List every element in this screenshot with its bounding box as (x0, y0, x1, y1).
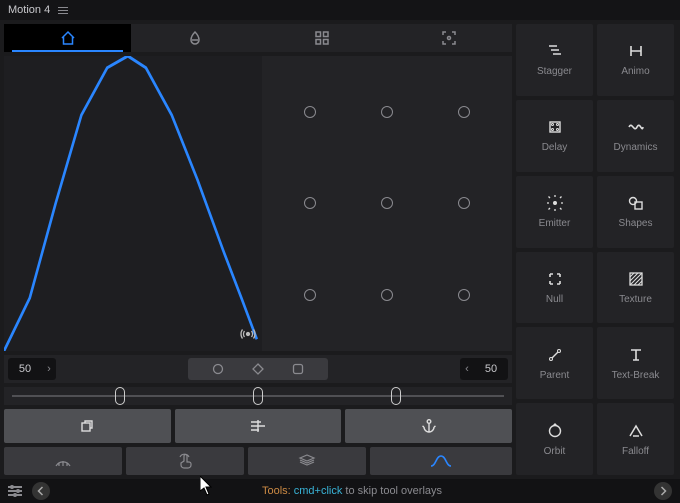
tab-home[interactable] (4, 24, 131, 52)
value-row: 50 › ‹ 50 (4, 355, 512, 383)
anchor-top-right[interactable] (425, 66, 502, 158)
parent-icon (547, 346, 563, 364)
footer-bar: Tools: cmd+click to skip tool overlays (0, 479, 680, 503)
slider-handle-3[interactable] (391, 387, 401, 405)
tool-label: Emitter (539, 218, 571, 229)
right-value: 50 (474, 363, 508, 375)
nav-forward-button[interactable] (654, 482, 672, 500)
title-bar: Motion 4 (0, 0, 680, 20)
secondary-action-row (4, 447, 512, 475)
tool-label: Texture (619, 294, 652, 305)
diamond-icon (252, 363, 264, 375)
anchor-point-grid (262, 56, 512, 351)
tool-label: Animo (621, 66, 649, 77)
tool-emitter[interactable]: Emitter (516, 176, 593, 248)
tool-delay[interactable]: Delay (516, 100, 593, 172)
null-icon (547, 270, 563, 288)
circle-icon (212, 363, 224, 375)
tool-label: Stagger (537, 66, 572, 77)
broadcast-icon[interactable] (240, 326, 256, 345)
tool-shapes[interactable]: Shapes (597, 176, 674, 248)
settings-icon[interactable] (8, 486, 22, 496)
content-area (4, 56, 512, 351)
orbit-icon (547, 422, 563, 440)
shapes-icon (628, 194, 644, 212)
anchor-bottom-right[interactable] (425, 249, 502, 341)
app-title: Motion 4 (8, 4, 50, 16)
tab-color[interactable] (131, 24, 258, 52)
slider-handle-2[interactable] (253, 387, 263, 405)
tool-label: Dynamics (614, 142, 658, 153)
stagger-icon (547, 42, 563, 60)
chevron-left-icon: ‹ (460, 363, 474, 375)
action-row (4, 409, 512, 443)
anchor-top-center[interactable] (349, 66, 426, 158)
anchor-mid-right[interactable] (425, 158, 502, 250)
left-value: 50 (8, 363, 42, 375)
tab-grid[interactable] (258, 24, 385, 52)
curve-button[interactable] (370, 447, 512, 475)
left-value-input[interactable]: 50 › (8, 358, 56, 380)
delay-icon (547, 118, 563, 136)
menu-icon[interactable] (58, 7, 68, 14)
right-value-input[interactable]: ‹ 50 (460, 358, 508, 380)
tool-label: Shapes (619, 218, 653, 229)
copy-layer-button[interactable] (4, 409, 171, 443)
nav-back-button[interactable] (32, 482, 50, 500)
tool-parent[interactable]: Parent (516, 327, 593, 399)
tool-grid: Stagger Animo Delay Dynamics Emitter Shapes Nu… (516, 24, 674, 475)
tool-textbreak[interactable]: Text-Break (597, 327, 674, 399)
anchor-mid-left[interactable] (272, 158, 349, 250)
textbreak-icon (628, 346, 644, 364)
chevron-right-icon: › (42, 363, 56, 375)
tab-focus[interactable] (385, 24, 512, 52)
tool-label: Delay (542, 142, 568, 153)
emitter-icon (547, 194, 563, 212)
tool-label: Parent (540, 370, 569, 381)
tool-orbit[interactable]: Orbit (516, 403, 593, 475)
tool-falloff[interactable]: Falloff (597, 403, 674, 475)
main-tabs (4, 24, 512, 52)
animo-icon (628, 42, 644, 60)
layers-button[interactable] (248, 447, 366, 475)
tool-animo[interactable]: Animo (597, 24, 674, 96)
texture-icon (628, 270, 644, 288)
handle-slider[interactable] (4, 387, 512, 405)
anchor-top-left[interactable] (272, 66, 349, 158)
align-button[interactable] (175, 409, 342, 443)
square-icon (292, 363, 304, 375)
touch-button[interactable] (126, 447, 244, 475)
tool-label: Text-Break (612, 370, 660, 381)
tool-null[interactable]: Null (516, 252, 593, 324)
anchor-bottom-center[interactable] (349, 249, 426, 341)
falloff-icon (628, 422, 644, 440)
tool-dynamics[interactable]: Dynamics (597, 100, 674, 172)
anchor-button[interactable] (345, 409, 512, 443)
tool-label: Falloff (622, 446, 649, 457)
anchor-bottom-left[interactable] (272, 249, 349, 341)
dynamics-icon (628, 118, 644, 136)
footer-hint: Tools: cmd+click to skip tool overlays (60, 485, 644, 497)
slider-handle-1[interactable] (115, 387, 125, 405)
tool-label: Orbit (544, 446, 566, 457)
ease-curve-editor[interactable] (4, 56, 262, 351)
tool-label: Null (546, 294, 563, 305)
tool-stagger[interactable]: Stagger (516, 24, 593, 96)
curve-shape-segmented[interactable] (188, 358, 328, 380)
anchor-center[interactable] (349, 158, 426, 250)
color-button[interactable] (4, 447, 122, 475)
tool-texture[interactable]: Texture (597, 252, 674, 324)
